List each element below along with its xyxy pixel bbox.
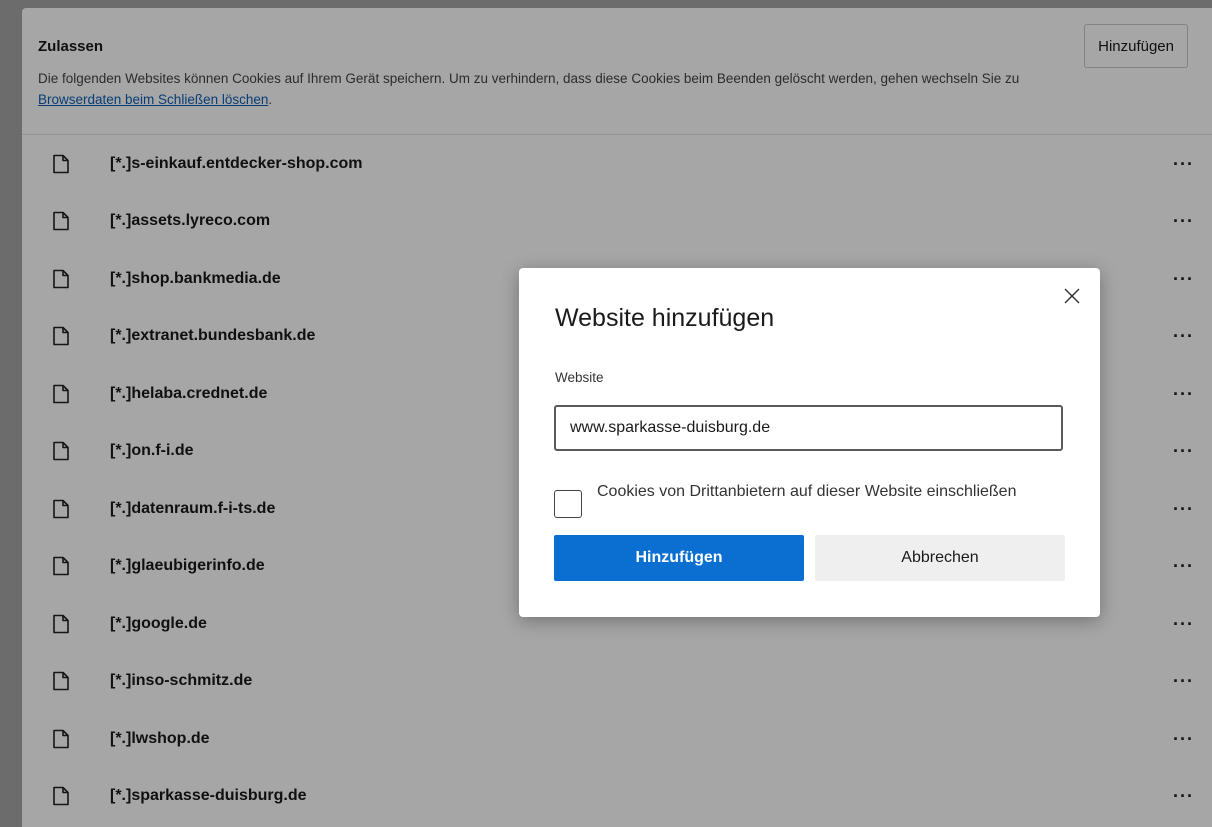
- add-site-dialog: Website hinzufügen Website Cookies von D…: [519, 268, 1100, 617]
- third-party-cookies-label[interactable]: Cookies von Drittanbietern auf dieser We…: [597, 480, 1027, 504]
- third-party-cookies-checkbox[interactable]: [554, 490, 582, 518]
- dialog-title: Website hinzufügen: [555, 304, 775, 332]
- close-icon[interactable]: [1058, 282, 1086, 310]
- confirm-add-button[interactable]: Hinzufügen: [554, 535, 804, 581]
- third-party-cookies-row: Cookies von Drittanbietern auf dieser We…: [554, 480, 1074, 518]
- website-input[interactable]: [554, 405, 1063, 451]
- cancel-button[interactable]: Abbrechen: [815, 535, 1065, 581]
- website-field-label: Website: [555, 370, 604, 385]
